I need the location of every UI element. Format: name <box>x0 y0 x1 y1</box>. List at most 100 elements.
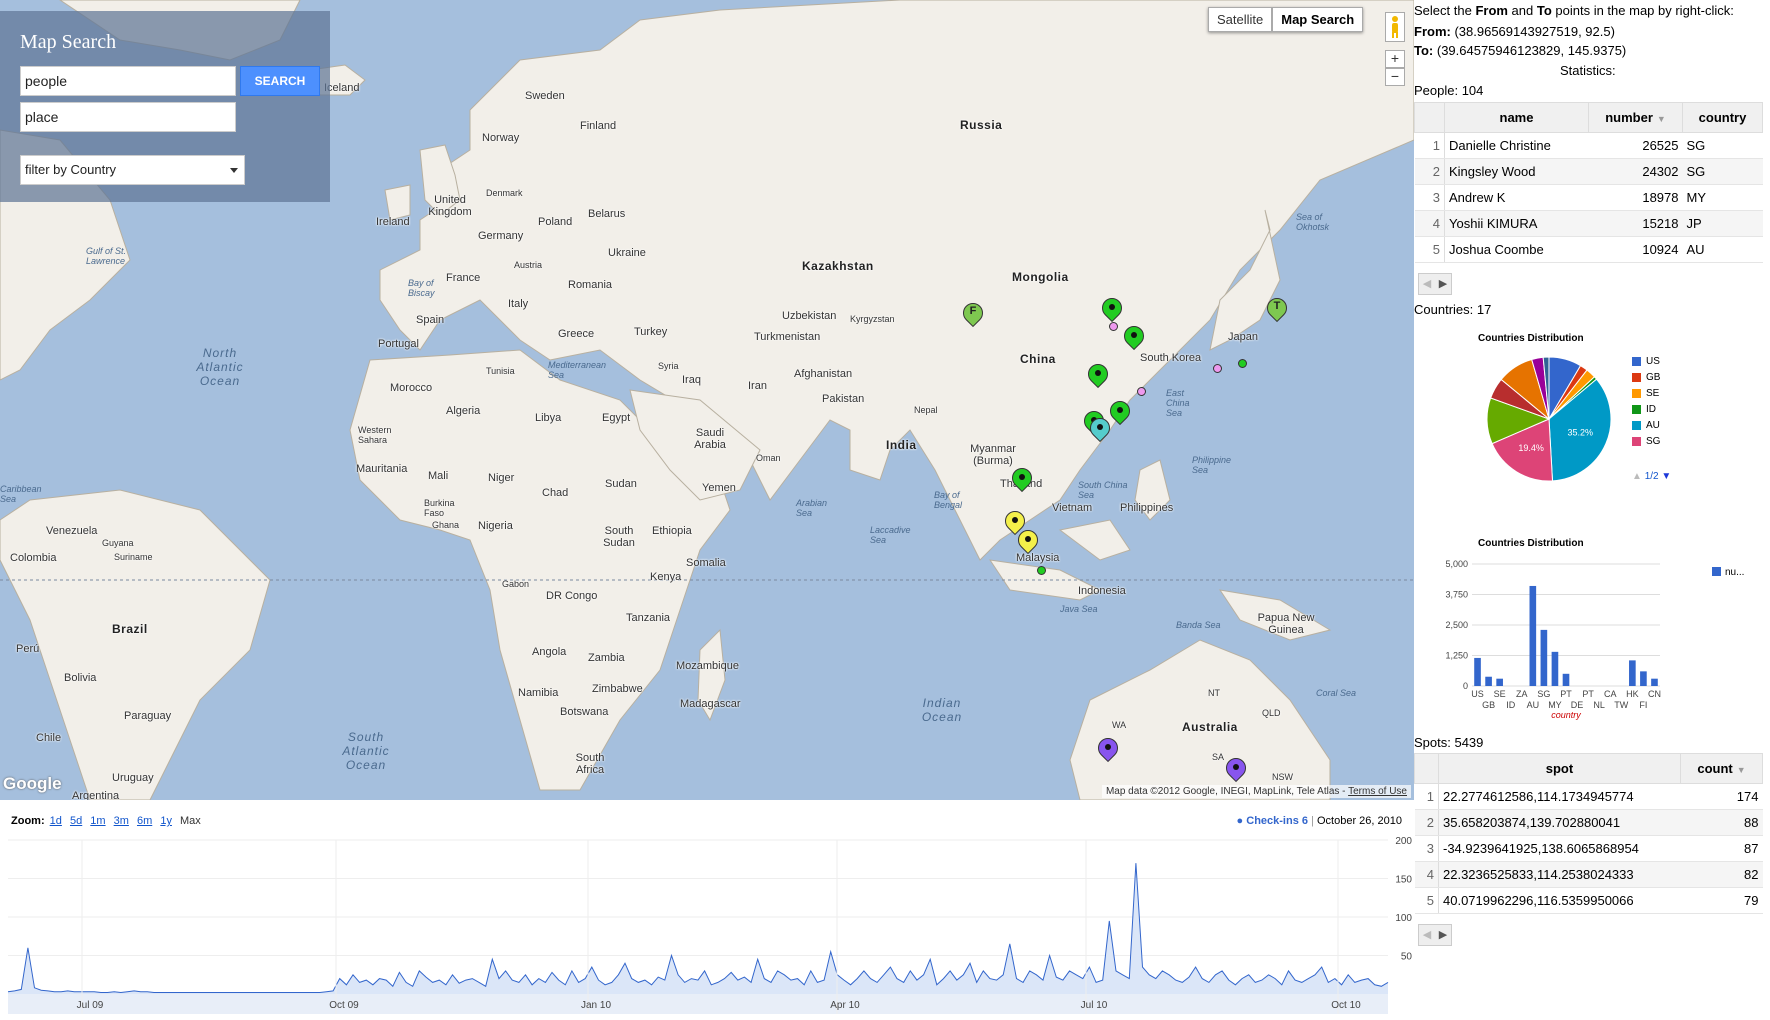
checkin-marker[interactable] <box>1221 753 1251 786</box>
pie-chart[interactable]: 35.2% 19.4% <box>1484 354 1614 484</box>
number-column-header[interactable]: number ▼ <box>1588 102 1683 133</box>
zoom-option-3m[interactable]: 3m <box>114 815 129 827</box>
count-column-header[interactable]: count ▼ <box>1680 753 1763 784</box>
marker-to-pin[interactable]: T <box>1262 293 1292 326</box>
table-row[interactable]: 3 Andrew K 18978 MY <box>1414 184 1763 211</box>
map-label: South Sudan <box>603 525 635 549</box>
zoom-out-button[interactable]: − <box>1385 68 1405 86</box>
checkin-spot[interactable] <box>1213 364 1222 373</box>
checkin-marker[interactable] <box>1093 733 1123 766</box>
checkin-marker[interactable] <box>1105 396 1135 429</box>
row-index: 4 <box>1414 861 1439 888</box>
legend-prev-icon[interactable]: ▲ <box>1632 471 1642 482</box>
place-input[interactable]: place <box>20 102 236 132</box>
bar-us[interactable] <box>1474 657 1481 686</box>
bar-gb[interactable] <box>1485 676 1492 686</box>
instruction-post: points in the map by right-click: <box>1551 3 1734 18</box>
map-label: Italy <box>508 298 529 310</box>
map-label: Vietnam <box>1052 502 1093 514</box>
bar-se[interactable] <box>1496 678 1503 686</box>
legend-item-us[interactable]: US <box>1632 356 1660 367</box>
zoom-option-1m[interactable]: 1m <box>90 815 105 827</box>
bar-cn[interactable] <box>1651 678 1658 686</box>
instruction-pre: Select the <box>1414 3 1476 18</box>
spot-column-header[interactable]: spot <box>1438 753 1681 784</box>
checkin-marker[interactable] <box>1083 359 1113 392</box>
checkin-marker[interactable] <box>1119 321 1149 354</box>
ocean-label: South Atlantic Ocean <box>342 730 390 772</box>
checkin-spot[interactable] <box>1137 387 1146 396</box>
legend-next-icon[interactable]: ▼ <box>1661 471 1671 482</box>
map-label: Zambia <box>588 652 625 664</box>
zoom-option-6m[interactable]: 6m <box>137 815 152 827</box>
map-view[interactable]: Iceland Sweden Finland Russia Norway Uni… <box>0 0 1414 800</box>
map-label: Western Sahara <box>358 425 392 445</box>
map-label: South Korea <box>1140 352 1202 364</box>
legend-item-au[interactable]: AU <box>1632 420 1660 431</box>
table-row[interactable]: 3 -34.9239641925,138.6065868954 87 <box>1414 835 1763 862</box>
zoom-option-1d[interactable]: 1d <box>50 815 62 827</box>
timeline-line[interactable] <box>7 863 1389 994</box>
table-row[interactable]: 2 Kingsley Wood 24302 SG <box>1414 158 1763 185</box>
map-search-button[interactable]: Map Search <box>1272 7 1364 32</box>
bar-legend-swatch <box>1712 567 1721 576</box>
table-row[interactable]: 1 Danielle Christine 26525 SG <box>1414 132 1763 159</box>
marker-from-pin[interactable]: F <box>958 298 988 331</box>
table-row[interactable]: 5 40.0719962296,116.5359950066 79 <box>1414 887 1763 914</box>
zoom-option-5d[interactable]: 5d <box>70 815 82 827</box>
bar-pt[interactable] <box>1562 673 1570 686</box>
bar-au[interactable] <box>1529 585 1537 686</box>
table-row[interactable]: 2 35.658203874,139.702880041 88 <box>1414 809 1763 836</box>
table-row[interactable]: 4 Yoshii KIMURA 15218 JP <box>1414 210 1763 237</box>
legend-item-id[interactable]: ID <box>1632 404 1656 415</box>
zoom-option-1y[interactable]: 1y <box>160 815 172 827</box>
timeline-chart[interactable]: 200 150 100 50 Jul 09 Oct 09 Jan 10 Apr 10 Jul 1… <box>0 830 1414 1020</box>
map-label: Uruguay <box>112 772 154 784</box>
bar-my[interactable] <box>1551 651 1559 686</box>
person-number: 24302 <box>1588 158 1683 185</box>
timeline-x-tick: Jul 09 <box>77 1000 104 1011</box>
timeline-zoom-bar: Zoom: 1d 5d 1m 3m 6m 1y Max <box>11 815 201 827</box>
instruction-to: To <box>1536 3 1552 18</box>
table-row[interactable]: 5 Joshua Coombe 10924 AU <box>1414 236 1763 263</box>
name-column-header[interactable]: name <box>1444 102 1589 133</box>
legend-item-gb[interactable]: GB <box>1632 372 1660 383</box>
pager-prev-button[interactable]: ◀ <box>1419 925 1435 945</box>
pegman-icon[interactable] <box>1385 12 1405 42</box>
country-filter-select[interactable]: filter by Country <box>20 155 245 185</box>
bar-sg[interactable] <box>1540 629 1548 686</box>
checkin-spot[interactable] <box>1109 322 1118 331</box>
checkin-spot[interactable] <box>1037 566 1046 575</box>
table-row[interactable]: 1 22.2774612586,114.1734945774 174 <box>1414 783 1763 810</box>
map-label: Ireland <box>376 216 410 228</box>
pager-next-button[interactable]: ▶ <box>1435 925 1451 945</box>
map-label: WA <box>1112 720 1127 730</box>
bar-fi[interactable] <box>1640 671 1647 686</box>
search-button[interactable]: SEARCH <box>240 66 320 96</box>
country-column-header[interactable]: country <box>1682 102 1763 133</box>
checkin-marker[interactable] <box>1013 525 1043 558</box>
bar-hk[interactable] <box>1629 660 1636 686</box>
timeline-x-tick: Oct 09 <box>329 1000 359 1011</box>
table-row[interactable]: 4 22.3236525833,114.2538024333 82 <box>1414 861 1763 888</box>
satellite-button[interactable]: Satellite <box>1208 7 1273 32</box>
legend-item-se[interactable]: SE <box>1632 388 1659 399</box>
bar-chart[interactable]: 5,0003,7502,5001,2500USGBSEIDZAAUSGMYPTD… <box>1414 550 1770 730</box>
zoom-option-max[interactable]: Max <box>180 815 201 827</box>
zoom-in-button[interactable]: + <box>1385 50 1405 68</box>
checkin-marker[interactable] <box>1007 463 1037 496</box>
legend-swatch <box>1632 373 1641 382</box>
legend-item-sg[interactable]: SG <box>1632 436 1660 447</box>
people-input[interactable]: people <box>20 66 236 96</box>
pager-next-button[interactable]: ▶ <box>1435 274 1451 294</box>
row-index: 3 <box>1414 835 1439 862</box>
checkin-spot[interactable] <box>1238 359 1247 368</box>
row-index: 2 <box>1414 158 1445 185</box>
person-country: MY <box>1682 184 1763 211</box>
checkin-marker[interactable] <box>1085 413 1115 446</box>
bar-x-tick: NL <box>1593 700 1605 710</box>
pager-prev-button[interactable]: ◀ <box>1419 274 1435 294</box>
bar-y-tick: 5,000 <box>1445 559 1468 569</box>
terms-of-use-link[interactable]: Terms of Use <box>1348 786 1407 797</box>
map-label: Egypt <box>602 412 631 424</box>
